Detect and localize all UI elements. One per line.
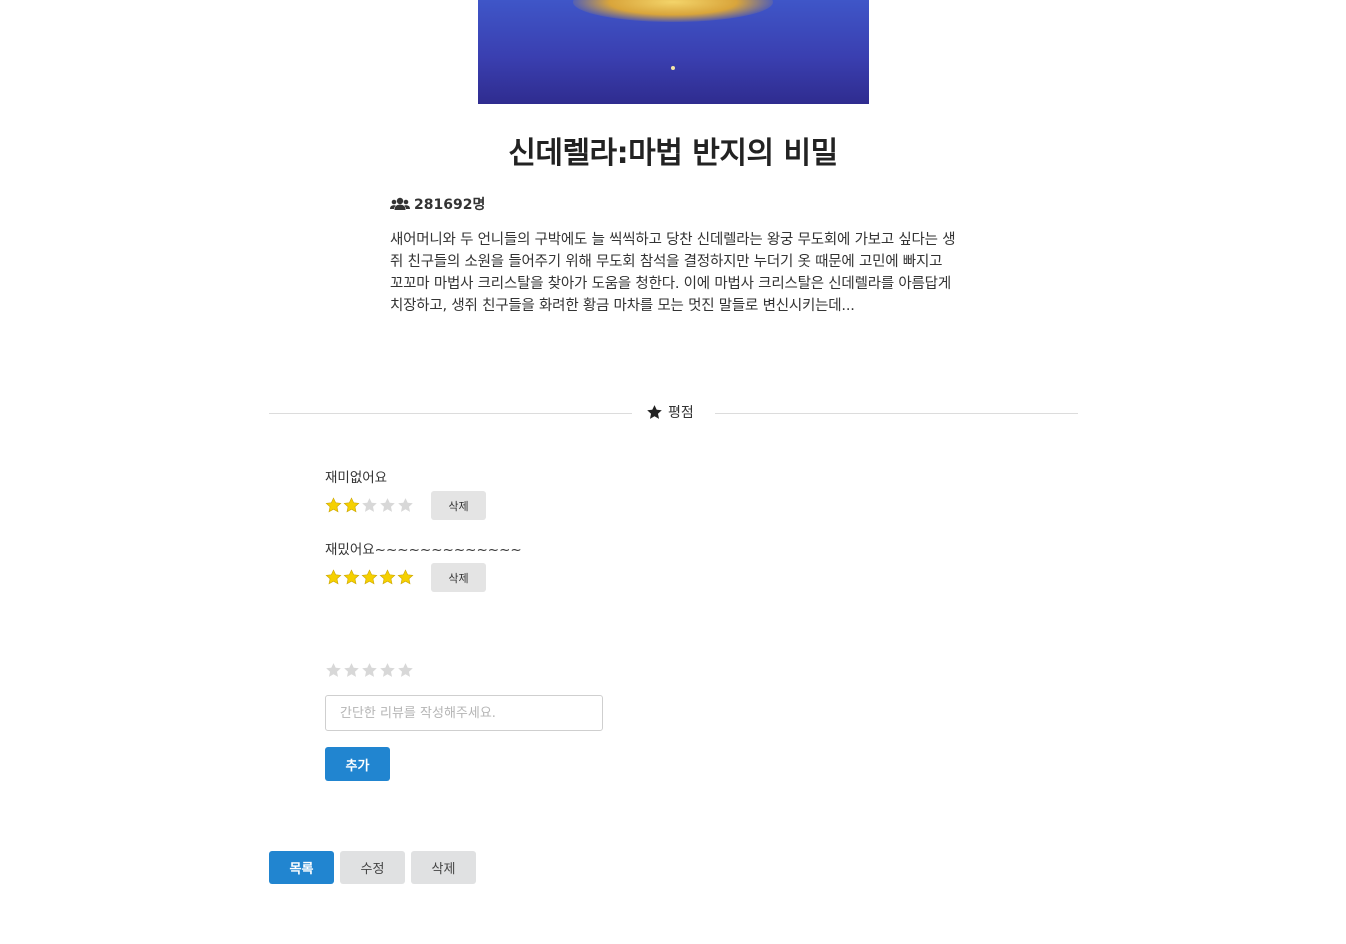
edit-button[interactable]: 수정 — [340, 851, 405, 884]
review-input[interactable] — [325, 695, 603, 731]
rating-section-heading: 평점 — [646, 402, 694, 422]
review-text: 재밌어요~~~~~~~~~~~~~ — [325, 542, 522, 558]
star-icon[interactable] — [343, 662, 360, 679]
star-icon — [343, 569, 360, 585]
audience-count-text: 281692명 — [414, 197, 486, 213]
star-icon — [398, 498, 413, 512]
new-review-rating-input[interactable] — [325, 662, 414, 679]
divider — [715, 413, 1078, 414]
review-rating — [325, 569, 414, 586]
star-icon[interactable] — [325, 662, 342, 679]
star-icon — [325, 569, 342, 585]
star-icon — [325, 497, 342, 513]
movie-description: 새어머니와 두 언니들의 구박에도 늘 씩씩하고 당찬 신데렐라는 왕궁 무도회… — [390, 232, 956, 314]
review-item: 재밌어요~~~~~~~~~~~~~ 삭제 — [325, 538, 522, 592]
delete-button[interactable]: 삭제 — [411, 851, 476, 884]
delete-review-button[interactable]: 삭제 — [431, 491, 486, 520]
review-item: 재미없어요 삭제 — [325, 466, 486, 520]
star-icon[interactable] — [379, 662, 396, 679]
users-icon — [390, 197, 410, 210]
divider — [269, 413, 632, 414]
review-text: 재미없어요 — [325, 470, 388, 486]
star-icon — [397, 569, 414, 585]
star-icon — [343, 497, 360, 513]
star-icon — [379, 569, 396, 585]
audience-count: 281692명 — [390, 194, 485, 214]
action-buttons: 목록 수정 삭제 — [269, 851, 476, 884]
movie-title: 신데렐라:마법 반지의 비밀 — [508, 136, 838, 171]
rating-heading-label: 평점 — [668, 405, 694, 421]
review-rating — [325, 497, 414, 514]
star-icon — [361, 569, 378, 585]
star-icon[interactable] — [397, 662, 414, 679]
delete-review-button[interactable]: 삭제 — [431, 563, 486, 592]
star-icon[interactable] — [361, 662, 378, 679]
star-icon — [380, 498, 395, 512]
star-icon — [362, 498, 377, 512]
movie-poster — [478, 0, 869, 104]
add-review-button[interactable]: 추가 — [325, 747, 390, 781]
star-icon — [647, 404, 662, 419]
list-button[interactable]: 목록 — [269, 851, 334, 884]
